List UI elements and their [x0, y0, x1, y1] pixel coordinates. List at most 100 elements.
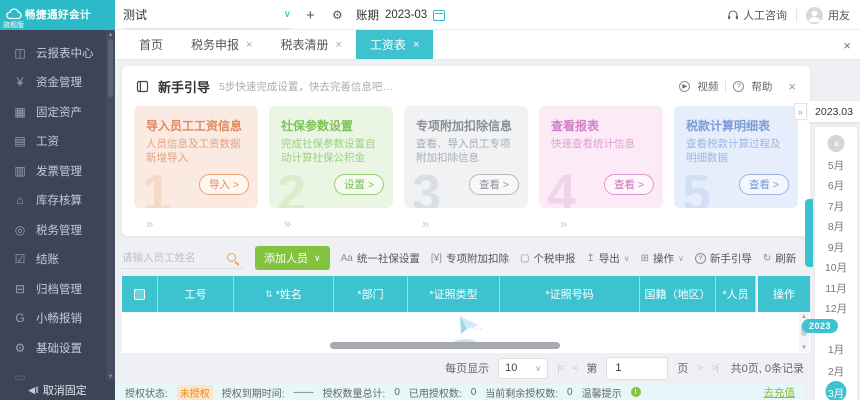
month-item-jun[interactable]: 6月	[815, 178, 857, 193]
sidebar-item-inventory[interactable]: ⌂ 库存核算	[0, 186, 115, 216]
chevron-down-icon: ∨	[314, 252, 321, 263]
view-button[interactable]: 查看 >	[738, 174, 789, 195]
newbie-guide-button[interactable]: ? 新手引导	[694, 251, 752, 266]
close-icon[interactable]: ×	[413, 39, 419, 51]
view-button[interactable]: 查看 >	[603, 174, 654, 195]
column-header-department[interactable]: *部门	[334, 276, 408, 312]
column-header-name[interactable]: ⇅ *姓名	[234, 276, 334, 312]
unpin-sidebar-button[interactable]: ◀‖ 取消固定	[0, 380, 115, 400]
user-menu[interactable]: 用友	[806, 6, 850, 24]
sidebar-item-cloud-reports[interactable]: ◫ 云报表中心	[0, 38, 115, 68]
close-all-tabs-button[interactable]: ×	[843, 30, 851, 60]
setup-button[interactable]: 设置 >	[333, 174, 384, 195]
sidebar-item-closing[interactable]: ☑ 结账	[0, 245, 115, 275]
play-icon: ▶	[679, 80, 691, 92]
import-button[interactable]: 导入 >	[198, 174, 249, 195]
special-deduction-button[interactable]: [¥] 专项附加扣除	[431, 251, 509, 266]
guide-step-special-deduction: 专项附加扣除信息 查看、导入员工专项附加扣除信息 3 查看 >	[404, 106, 528, 208]
remain-label: 当前剩余授权数:	[485, 388, 559, 400]
step-number: 5	[682, 165, 711, 208]
month-item-mar-active[interactable]: 3月	[815, 381, 857, 400]
last-page-button[interactable]: >|	[711, 363, 719, 374]
month-item-jul[interactable]: 7月	[815, 199, 857, 214]
sidebar-item-reimburse[interactable]: G 小畅报销	[0, 304, 115, 334]
select-all-checkbox[interactable]	[134, 288, 145, 300]
step-expand-icon[interactable]: »	[284, 216, 291, 231]
tab-tax-filing[interactable]: 税务申报 ×	[177, 30, 266, 59]
sidebar-item-fixed-assets[interactable]: ▦ 固定资产	[0, 97, 115, 127]
video-link[interactable]: 视频	[697, 79, 718, 94]
unified-social-security-button[interactable]: Aa 统一社保设置	[341, 251, 420, 266]
tab-tax-register[interactable]: 税表清册 ×	[266, 30, 355, 59]
operations-dropdown[interactable]: ⊞ 操作 ∨	[641, 251, 684, 266]
add-personnel-button[interactable]: 添加人员 ∨	[255, 246, 330, 270]
page-number-input[interactable]	[606, 356, 669, 380]
search-icon[interactable]	[227, 253, 236, 262]
next-page-button[interactable]: >	[697, 363, 703, 374]
scroll-months-up-button[interactable]: »	[827, 135, 845, 152]
add-account-button[interactable]: +	[306, 0, 315, 30]
step-expand-icon[interactable]: »	[146, 216, 153, 231]
drawer-handle[interactable]	[805, 199, 813, 267]
sort-icon[interactable]: ⇅	[265, 289, 273, 300]
calendar-icon[interactable]	[433, 9, 446, 21]
horizontal-scrollbar[interactable]	[330, 342, 560, 349]
collapse-rail-button[interactable]: »	[794, 103, 807, 120]
month-item-dec[interactable]: 12月	[815, 301, 857, 316]
sidebar-item-label: 发票管理	[36, 165, 82, 178]
pagination: 每页显示 10 ∨ |< < 第 页 > >| 共0页, 0条记录	[122, 354, 810, 382]
sidebar-item-funds[interactable]: ¥ 资金管理	[0, 68, 115, 98]
sidebar-item-invoices[interactable]: ▥ 发票管理	[0, 156, 115, 186]
scrollbar-thumb[interactable]	[108, 39, 113, 97]
month-item-feb[interactable]: 2月	[815, 364, 857, 379]
sidebar-item-salary[interactable]: ▤ 工资	[0, 127, 115, 157]
double-arrow-icon: »	[797, 106, 803, 117]
column-header-operations[interactable]: 操作	[758, 276, 810, 312]
export-dropdown[interactable]: ↥ 导出 ∨	[586, 251, 629, 266]
refresh-icon: ↻	[762, 252, 772, 264]
tab-salary-sheet[interactable]: 工资表 ×	[355, 30, 434, 59]
close-guide-icon[interactable]: ×	[788, 79, 796, 94]
sidebar-item-label: 资金管理	[36, 77, 82, 90]
search-input[interactable]	[122, 251, 224, 264]
month-item-jan[interactable]: 1月	[815, 342, 857, 357]
topbar-right: 人工咨询 用友	[727, 0, 850, 30]
column-header-id-number[interactable]: *证照号码	[500, 276, 640, 312]
month-item-sep[interactable]: 9月	[815, 240, 857, 255]
income-tax-filing-button[interactable]: ▢ 个税申报	[520, 251, 575, 266]
first-page-button[interactable]: |<	[557, 363, 565, 374]
sidebar-item-tax[interactable]: ◎ 税务管理	[0, 215, 115, 245]
help-link[interactable]: 帮助	[751, 79, 772, 94]
deduction-icon: [¥]	[430, 252, 442, 264]
column-header-id-type[interactable]: *证照类型	[408, 276, 500, 312]
month-item-oct[interactable]: 10月	[815, 260, 857, 275]
info-dot-icon[interactable]: !	[630, 387, 641, 397]
sidebar-item-settings[interactable]: ⚙ 基础设置	[0, 333, 115, 363]
month-item-aug[interactable]: 8月	[815, 219, 857, 234]
scroll-down-icon[interactable]: ▼	[799, 345, 809, 351]
inventory-icon: ⌂	[16, 193, 24, 208]
tip-label: 温馨提示	[581, 388, 622, 400]
step-expand-icon[interactable]: »	[422, 216, 429, 231]
column-header-employee-id[interactable]: 工号	[158, 276, 234, 312]
tab-home[interactable]: 首页	[125, 30, 177, 59]
month-item-may[interactable]: 5月	[815, 158, 857, 173]
step-expand-icon[interactable]: »	[560, 216, 567, 231]
month-item-nov[interactable]: 11月	[815, 281, 857, 296]
recharge-link[interactable]: 去充值	[764, 385, 796, 400]
company-select[interactable]: 测试 ∨	[123, 0, 291, 29]
view-button[interactable]: 查看 >	[468, 174, 519, 195]
settings-button[interactable]: ⚙	[332, 0, 343, 30]
column-header-nationality[interactable]: 国籍（地区）	[640, 276, 716, 312]
per-page-select[interactable]: 10 ∨	[498, 357, 549, 379]
support-button[interactable]: 人工咨询	[727, 7, 787, 23]
close-icon[interactable]: ×	[335, 39, 341, 51]
sidebar-item-archive[interactable]: ⊟ 归档管理	[0, 274, 115, 304]
close-icon[interactable]: ×	[246, 39, 252, 51]
column-header-personnel[interactable]: *人员	[716, 276, 756, 312]
prev-page-button[interactable]: <	[573, 363, 579, 374]
sidebar-scrollbar[interactable]: ▲ ▼	[106, 30, 115, 382]
refresh-button[interactable]: ↻ 刷新	[763, 251, 796, 266]
scroll-up-icon[interactable]: ▲	[106, 32, 115, 38]
table-header: 工号 ⇅ *姓名 *部门 *证照类型 *证照号码 国籍（地区） *人员 操作	[122, 276, 810, 312]
